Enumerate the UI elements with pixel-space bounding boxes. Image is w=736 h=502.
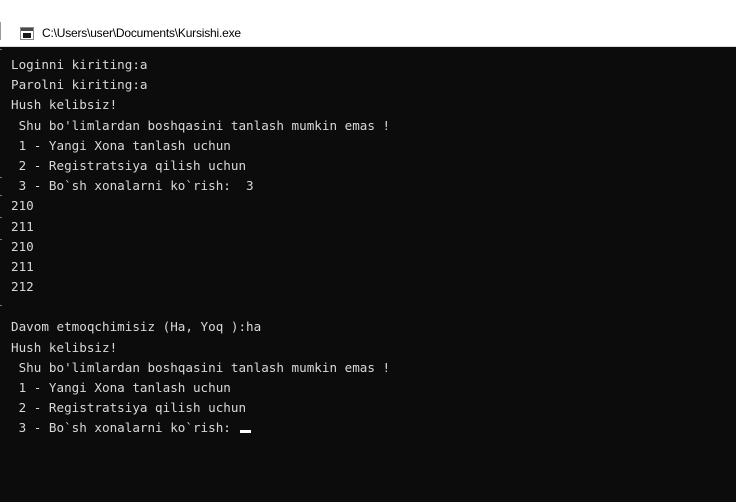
margin-mark — [0, 49, 2, 50]
console-window: C:\Users\user\Documents\Kursishi.exe Log… — [0, 0, 736, 502]
console-app-icon[interactable] — [20, 27, 34, 40]
margin-mark — [0, 177, 2, 178]
console-line: 1 - Yangi Xona tanlash uchun — [11, 380, 231, 395]
margin-mark — [0, 305, 2, 306]
console-prompt-line[interactable]: 3 - Bo`sh xonalarni ko`rish: — [11, 418, 736, 438]
margin-mark — [0, 239, 2, 240]
console-line: Hush kelibsiz! — [11, 339, 118, 355]
console-line: Davom etmoqchimisiz (Ha, Yoq ):ha — [11, 319, 262, 335]
left-margin-marks — [0, 47, 3, 502]
text-cursor — [240, 430, 252, 434]
title-bar[interactable]: C:\Users\user\Documents\Kursishi.exe — [0, 0, 736, 47]
console-line: 3 - Bo`sh xonalarni ko`rish: 3 — [11, 178, 254, 194]
margin-mark — [0, 217, 2, 218]
console-output[interactable]: Loginni kiriting:a Parolni kiriting:a Hu… — [0, 47, 736, 502]
icon-bar — [21, 28, 33, 31]
console-line: Shu bo'limlardan boshqasini tanlash mumk… — [11, 359, 391, 375]
window-title: C:\Users\user\Documents\Kursishi.exe — [42, 26, 241, 40]
console-line: 211 — [11, 258, 34, 274]
console-line: 210 — [11, 238, 34, 254]
console-line: Loginni kiriting:a — [11, 57, 148, 72]
console-line: Shu bo'limlardan boshqasini tanlash mumk… — [11, 117, 391, 133]
console-prompt-text: 3 - Bo`sh xonalarni ko`rish: — [11, 420, 239, 436]
window-edge — [0, 22, 7, 40]
console-line: Hush kelibsiz! — [11, 97, 118, 113]
console-line: 1 - Yangi Xona tanlash uchun — [11, 137, 231, 153]
console-line: 2 - Registratsiya qilish uchun — [11, 157, 247, 173]
icon-screen — [23, 33, 31, 38]
console-line: 2 - Registratsiya qilish uchun — [11, 400, 247, 416]
console-line: Parolni kiriting:a — [11, 77, 148, 93]
console-line: 212 — [11, 279, 34, 295]
console-line: 211 — [11, 218, 34, 234]
console-line: 210 — [11, 198, 34, 214]
margin-mark — [0, 195, 2, 196]
